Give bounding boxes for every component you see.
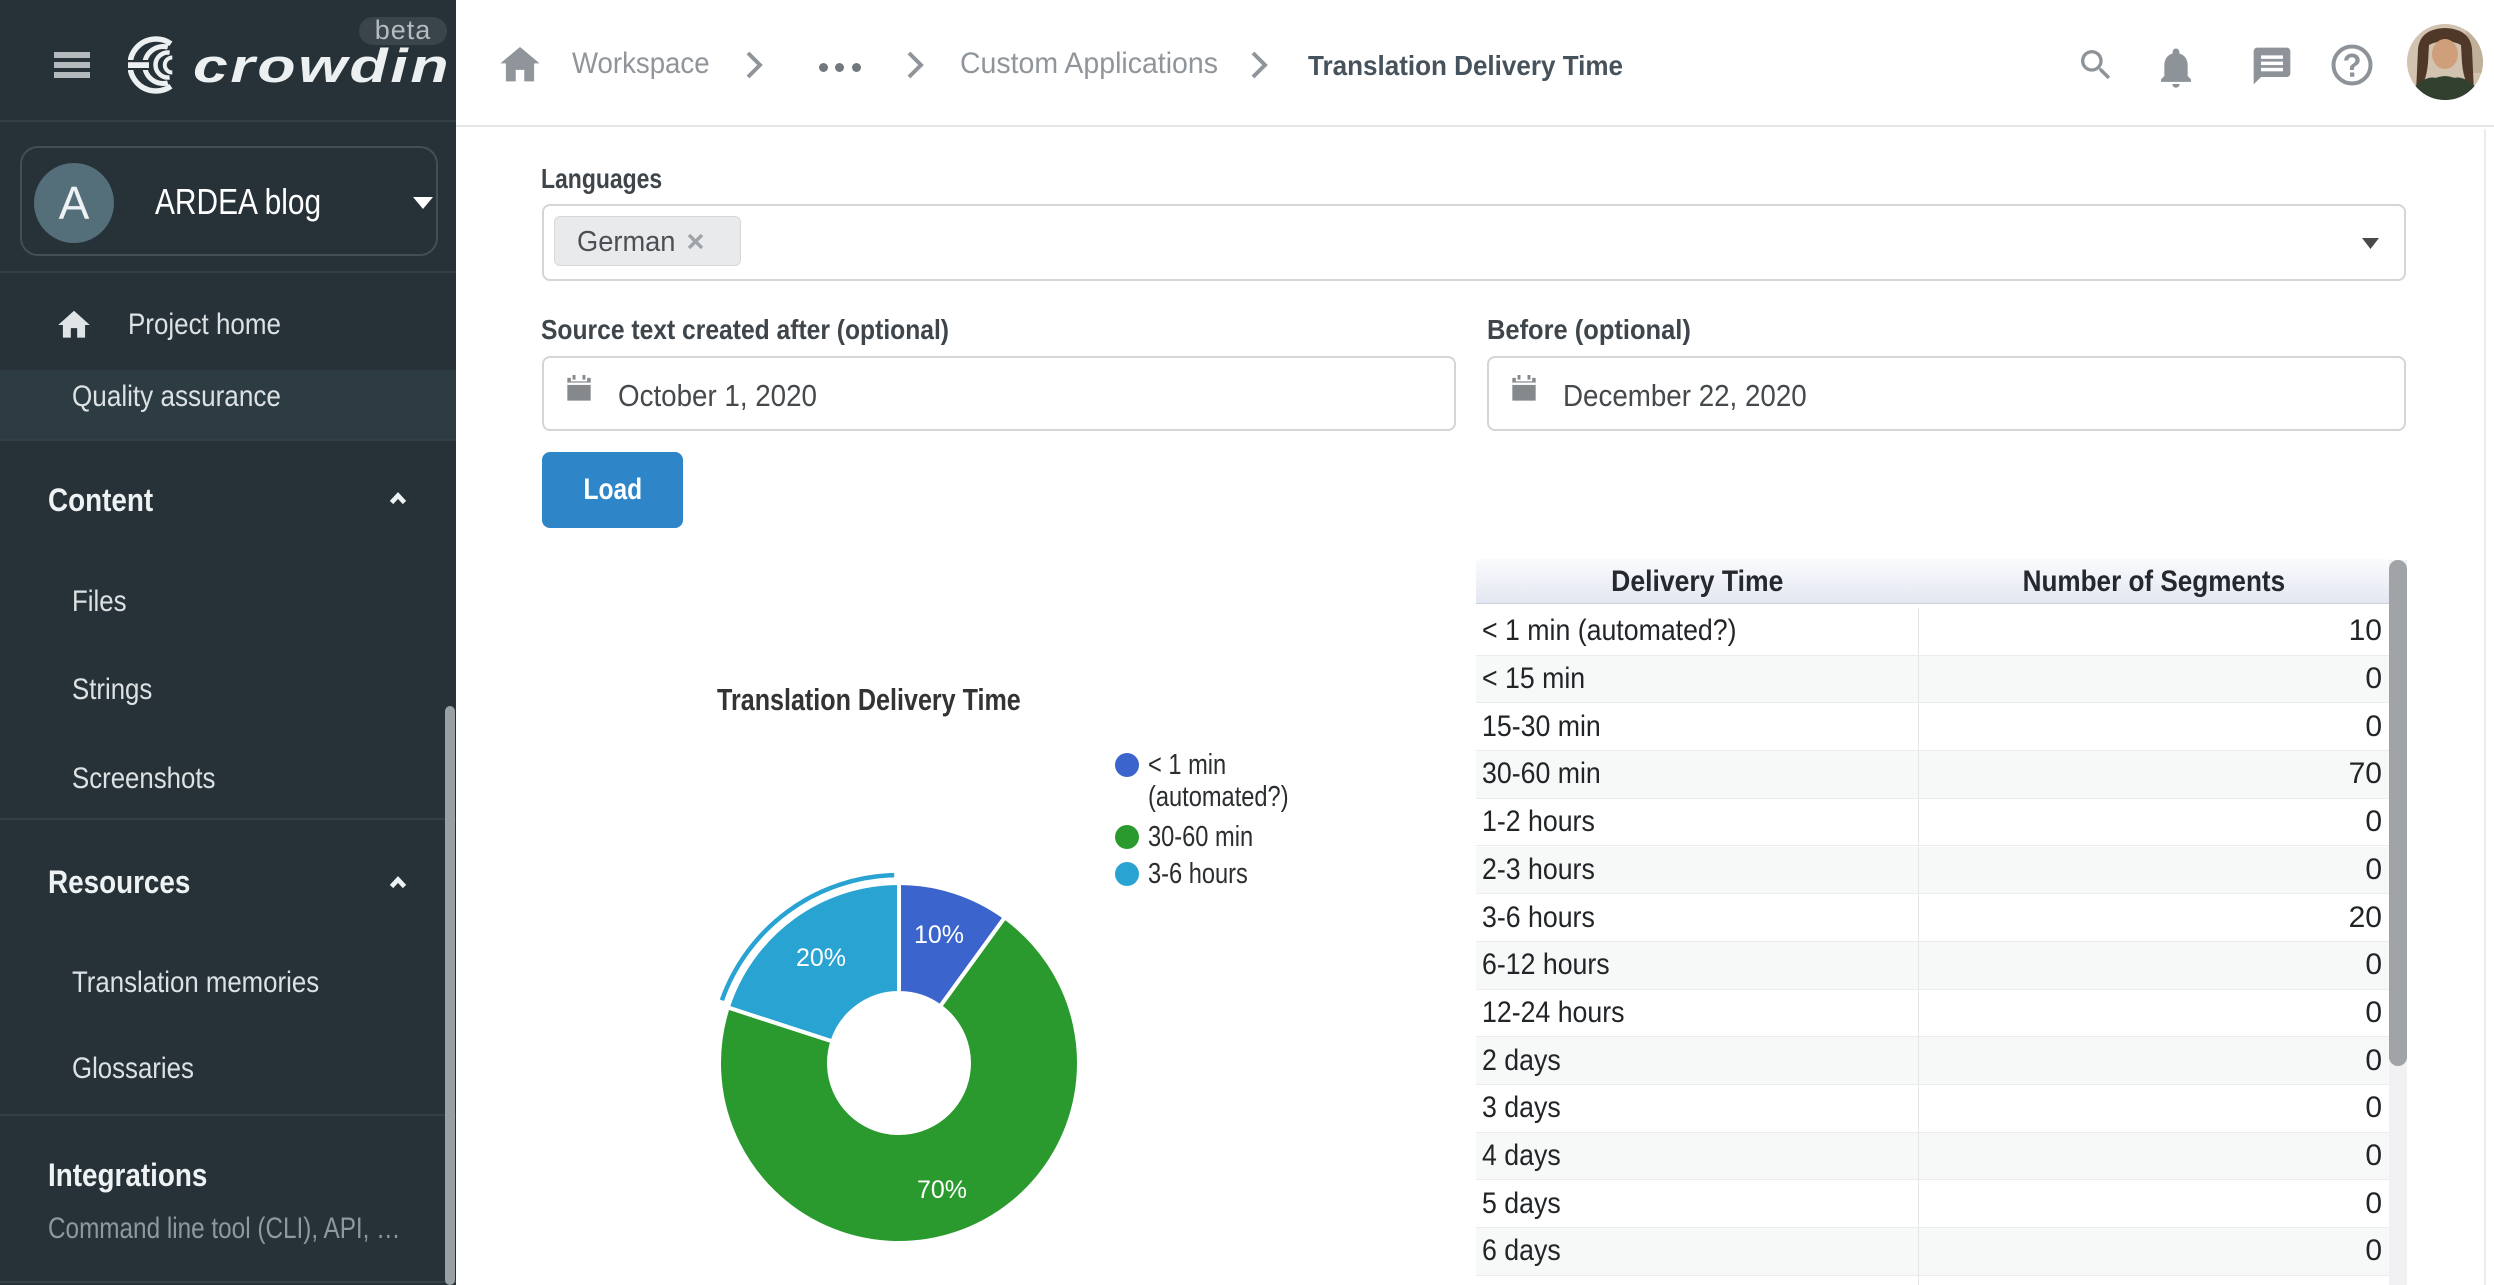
svg-text:20%: 20% bbox=[796, 944, 846, 972]
svg-text:70%: 70% bbox=[917, 1176, 967, 1204]
svg-text:10%: 10% bbox=[914, 921, 964, 949]
